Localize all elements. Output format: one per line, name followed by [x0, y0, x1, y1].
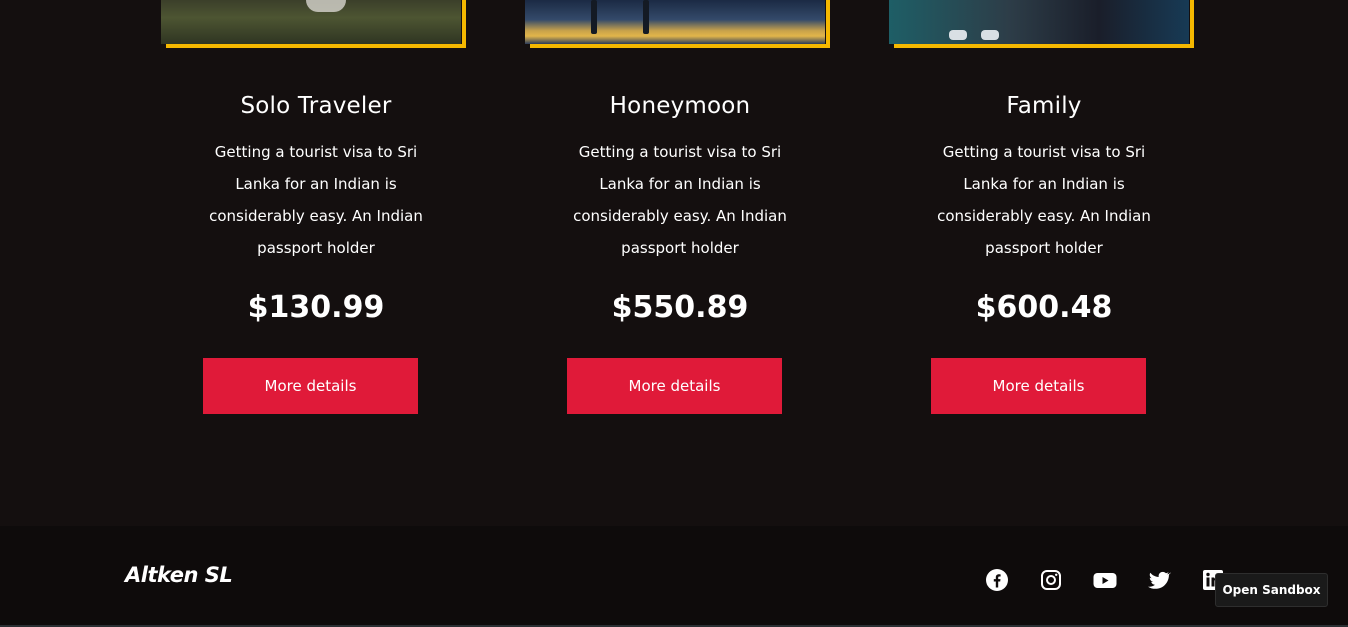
youtube-icon[interactable] — [1091, 566, 1119, 594]
card-title: Family — [1006, 93, 1082, 119]
more-details-button[interactable]: More details — [203, 358, 418, 414]
card-title: Honeymoon — [609, 93, 751, 119]
card-image — [525, 0, 825, 44]
more-details-button[interactable]: More details — [567, 358, 782, 414]
card-description: Getting a tourist visa to Sri Lanka for … — [209, 143, 423, 257]
card-description: Getting a tourist visa to Sri Lanka for … — [573, 143, 787, 257]
card-image — [161, 0, 461, 44]
open-sandbox-button[interactable]: Open Sandbox — [1215, 573, 1328, 607]
card-price: $550.89 — [611, 290, 749, 325]
twitter-icon[interactable] — [1145, 566, 1173, 594]
card-price: $600.48 — [975, 290, 1113, 325]
package-cards: Solo Traveler Getting a tourist visa to … — [0, 0, 1348, 526]
page: Solo Traveler Getting a tourist visa to … — [0, 0, 1348, 627]
card-image — [889, 0, 1189, 44]
footer-brand-logo[interactable]: Altken SL — [125, 563, 233, 587]
card-title: Solo Traveler — [240, 93, 392, 119]
footer: Altken SL — [0, 526, 1348, 627]
facebook-icon[interactable] — [983, 566, 1011, 594]
card-description: Getting a tourist visa to Sri Lanka for … — [937, 143, 1151, 257]
more-details-button[interactable]: More details — [931, 358, 1146, 414]
card-price: $130.99 — [247, 290, 385, 325]
instagram-icon[interactable] — [1037, 566, 1065, 594]
